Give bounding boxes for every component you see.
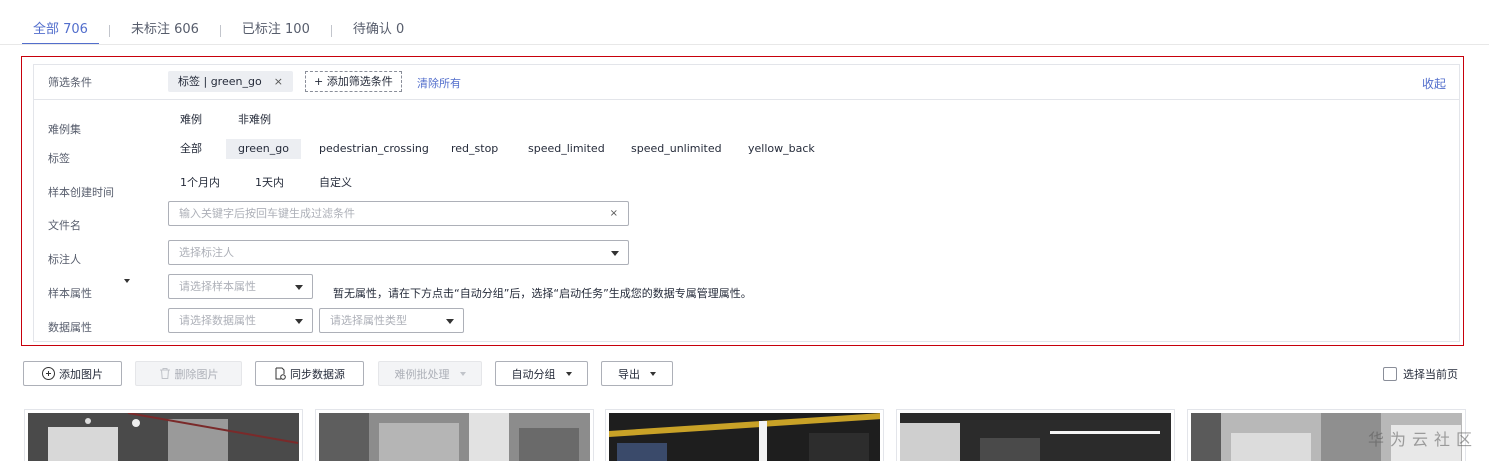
delete-image-label: 删除图片 <box>174 367 219 381</box>
tab-unlabeled[interactable]: 未标注 606 <box>120 17 210 45</box>
thumbnail-art <box>319 413 590 461</box>
time-option-month[interactable]: 1个月内 <box>180 173 220 193</box>
add-circle-icon <box>42 367 55 380</box>
tag-option-pedestrian-crossing[interactable]: pedestrian_crossing <box>319 139 429 159</box>
status-tabs: 全部 706 未标注 606 已标注 100 待确认 0 <box>22 17 415 45</box>
tab-divider <box>219 25 221 37</box>
collapse-link[interactable]: 收起 <box>1422 75 1446 92</box>
select-current-page[interactable]: 选择当前页 <box>1383 366 1458 382</box>
delete-image-button[interactable]: 删除图片 <box>135 361 242 386</box>
sample-attr-select[interactable]: 请选择样本属性 <box>168 274 313 299</box>
sync-source-button[interactable]: 同步数据源 <box>255 361 364 386</box>
filename-placeholder: 输入关键字后按回车键生成过滤条件 <box>179 207 355 220</box>
clear-all-link[interactable]: 清除所有 <box>417 75 461 91</box>
filter-header: 筛选条件 标签 | green_go × + 添加筛选条件 清除所有 收起 <box>34 65 1459 100</box>
annotator-placeholder: 选择标注人 <box>179 246 234 259</box>
image-card[interactable] <box>24 409 303 461</box>
filename-search-input[interactable]: 输入关键字后按回车键生成过滤条件 × <box>168 201 629 226</box>
chevron-down-icon <box>650 371 656 376</box>
image-thumbnail[interactable] <box>900 413 1171 461</box>
tag-label: 标签 <box>48 152 70 165</box>
image-thumbnail[interactable] <box>609 413 880 461</box>
image-card[interactable] <box>896 409 1175 461</box>
image-thumbnail[interactable] <box>28 413 299 461</box>
chevron-down-icon <box>295 319 303 324</box>
thumbnail-art <box>609 413 880 461</box>
tag-option-speed-unlimited[interactable]: speed_unlimited <box>631 139 722 159</box>
tab-pending[interactable]: 待确认 0 <box>342 17 415 45</box>
filter-chip-text: 标签 | green_go <box>178 75 262 88</box>
tag-option-yellow-back[interactable]: yellow_back <box>748 139 815 159</box>
filename-label[interactable]: 文件名 <box>48 217 81 233</box>
select-page-checkbox[interactable] <box>1383 367 1397 381</box>
add-image-label: 添加图片 <box>59 367 103 381</box>
thumbnail-art <box>900 413 1171 461</box>
annotator-select[interactable]: 选择标注人 <box>168 240 629 265</box>
sample-attr-label: 样本属性 <box>48 287 92 300</box>
trash-icon <box>159 368 170 379</box>
tag-option-all[interactable]: 全部 <box>180 139 202 159</box>
filter-conditions-label: 筛选条件 <box>48 76 92 89</box>
tag-option-green-go[interactable]: green_go <box>226 139 301 159</box>
data-attr-select[interactable]: 请选择数据属性 <box>168 308 313 333</box>
tag-option-red-stop[interactable]: red_stop <box>451 139 498 159</box>
data-attr-placeholder: 请选择数据属性 <box>179 314 256 327</box>
hard-batch-label: 难例批处理 <box>394 367 450 381</box>
add-image-button[interactable]: 添加图片 <box>23 361 122 386</box>
add-filter-button[interactable]: + 添加筛选条件 <box>305 71 402 92</box>
sync-source-label: 同步数据源 <box>290 367 345 381</box>
thumbnail-art <box>28 413 299 461</box>
chevron-down-icon <box>446 319 454 324</box>
tab-divider <box>330 25 332 37</box>
export-button[interactable]: 导出 <box>601 361 673 386</box>
auto-group-button[interactable]: 自动分组 <box>495 361 588 386</box>
image-card[interactable] <box>605 409 884 461</box>
close-icon[interactable]: × <box>274 71 283 92</box>
image-card[interactable] <box>315 409 594 461</box>
filter-panel: 筛选条件 标签 | green_go × + 添加筛选条件 清除所有 收起 难例… <box>21 56 1464 346</box>
time-option-day[interactable]: 1天内 <box>255 173 284 193</box>
export-label: 导出 <box>618 367 640 381</box>
created-time-label: 样本创建时间 <box>48 186 114 199</box>
tabs-divider <box>0 44 1489 45</box>
tag-option-speed-limited[interactable]: speed_limited <box>528 139 605 159</box>
time-option-custom[interactable]: 自定义 <box>319 173 352 193</box>
chevron-down-icon <box>565 371 572 376</box>
chevron-down-icon <box>611 251 619 256</box>
filter-chip-tag[interactable]: 标签 | green_go × <box>168 71 293 92</box>
image-thumbnail[interactable] <box>319 413 590 461</box>
tab-labeled[interactable]: 已标注 100 <box>231 17 321 45</box>
chevron-down-icon[interactable] <box>124 279 130 283</box>
sample-attr-hint: 暂无属性，请在下方点击“自动分组”后，选择“启动任务”生成您的数据专属管理属性。 <box>333 287 752 300</box>
data-attr-label: 数据属性 <box>48 321 92 334</box>
select-page-label: 选择当前页 <box>1403 368 1458 381</box>
filter-box: 筛选条件 标签 | green_go × + 添加筛选条件 清除所有 收起 难例… <box>33 64 1460 342</box>
auto-group-label: 自动分组 <box>511 367 556 381</box>
watermark: 华为云社区 <box>1368 430 1479 449</box>
tab-all[interactable]: 全部 706 <box>22 17 99 45</box>
option-non-hard-case[interactable]: 非难例 <box>238 110 271 130</box>
chevron-down-icon <box>295 285 303 290</box>
sample-attr-placeholder: 请选择样本属性 <box>179 280 256 293</box>
attr-type-placeholder: 请选择属性类型 <box>330 314 407 327</box>
clear-icon[interactable]: × <box>610 202 618 225</box>
tab-divider <box>108 25 110 37</box>
option-hard-case[interactable]: 难例 <box>180 110 202 130</box>
hard-batch-button[interactable]: 难例批处理 <box>378 361 482 386</box>
chevron-down-icon <box>459 371 466 376</box>
sync-file-icon <box>275 367 286 380</box>
hard-case-label: 难例集 <box>48 123 81 136</box>
annotator-label: 标注人 <box>48 253 81 266</box>
attr-type-select[interactable]: 请选择属性类型 <box>319 308 464 333</box>
